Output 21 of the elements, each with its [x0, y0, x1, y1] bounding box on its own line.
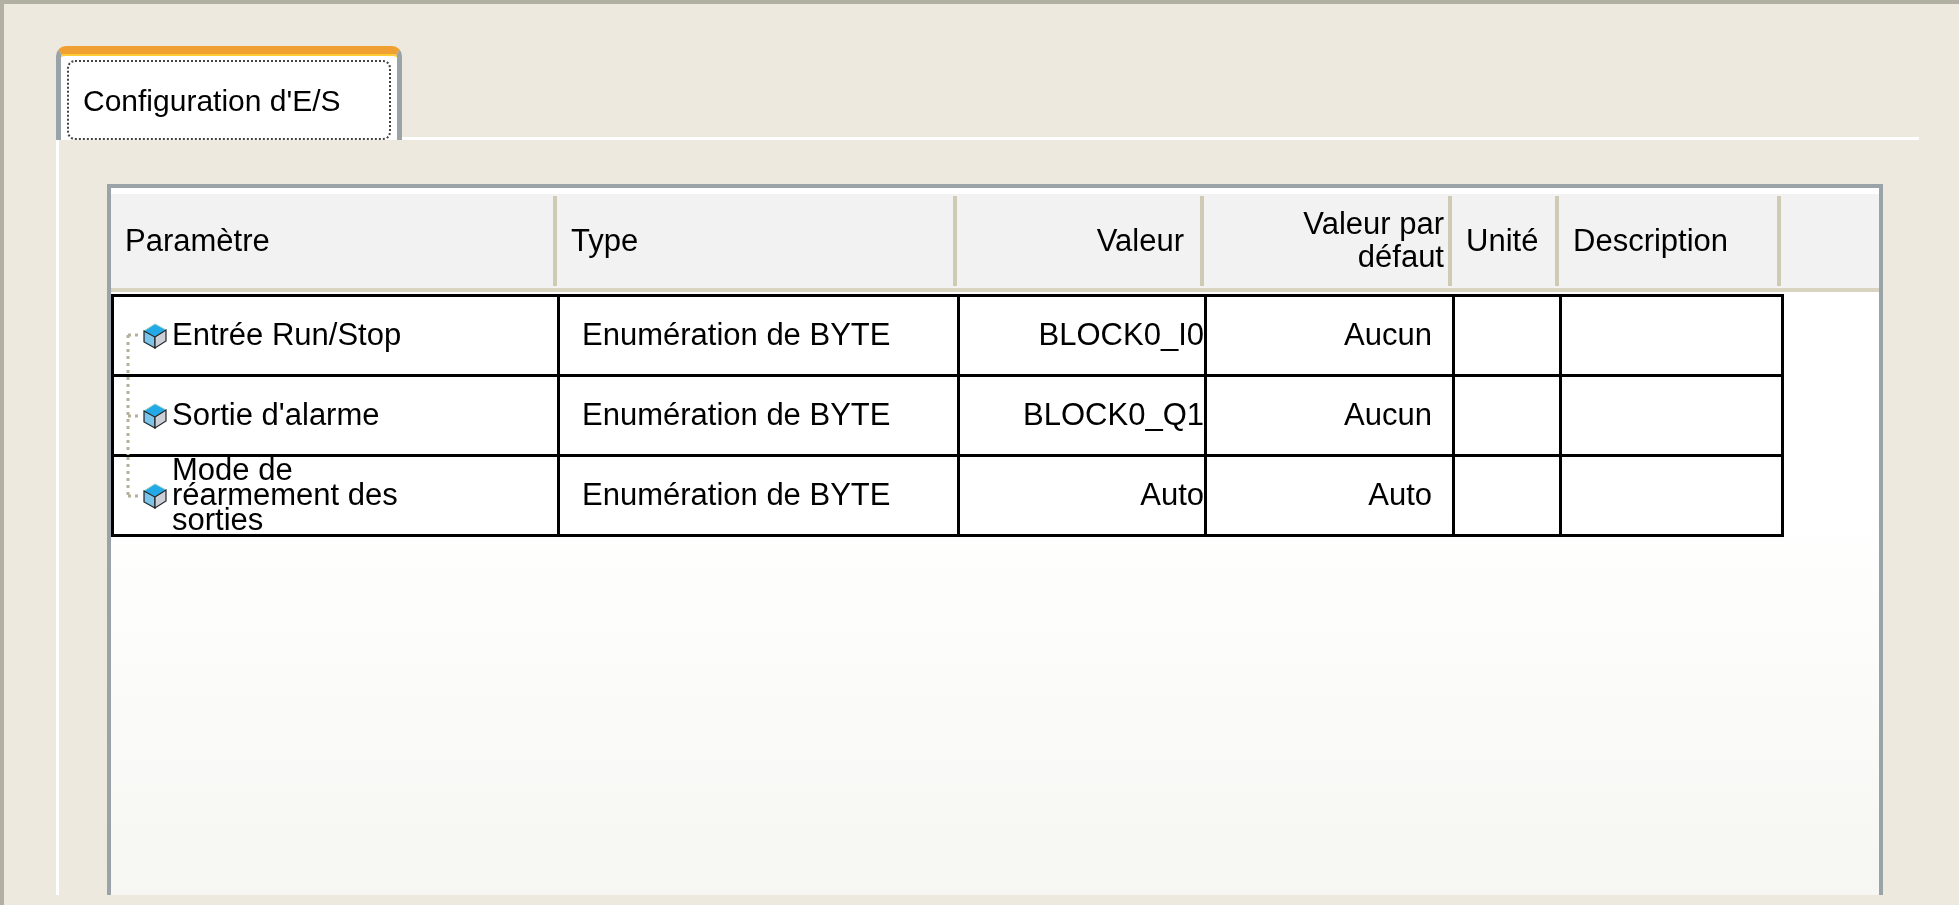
tab[interactable]: Configuration d'E/S	[56, 46, 402, 140]
cell-text: BLOCK0_Q1	[1023, 396, 1204, 435]
cube-icon	[142, 481, 168, 510]
cell-text: Enumération de BYTE	[582, 316, 891, 355]
cell-text: Auto	[1368, 476, 1433, 515]
column-header[interactable]: Paramètre	[125, 224, 270, 258]
cell-text: BLOCK0_I0	[1038, 316, 1204, 355]
cell-text: Mode de réarmement des sorties	[172, 458, 399, 533]
cell-text: Enumération de BYTE	[582, 396, 891, 435]
column-header[interactable]: Description	[1573, 224, 1729, 258]
column-header[interactable]: Valeur par défaut	[1294, 208, 1444, 274]
cell-text: Sortie d'alarme	[172, 403, 380, 428]
cell-text: Enumération de BYTE	[582, 476, 891, 515]
cell-text: Aucun	[1344, 316, 1433, 355]
cube-icon	[142, 401, 168, 430]
column-header[interactable]: Type	[571, 224, 639, 258]
cube-icon	[142, 321, 168, 350]
cell-text: Aucun	[1344, 396, 1433, 435]
cell-text: Auto	[1140, 476, 1204, 515]
column-header[interactable]: Unité	[1466, 224, 1539, 258]
column-header[interactable]: Valeur	[1096, 224, 1184, 258]
